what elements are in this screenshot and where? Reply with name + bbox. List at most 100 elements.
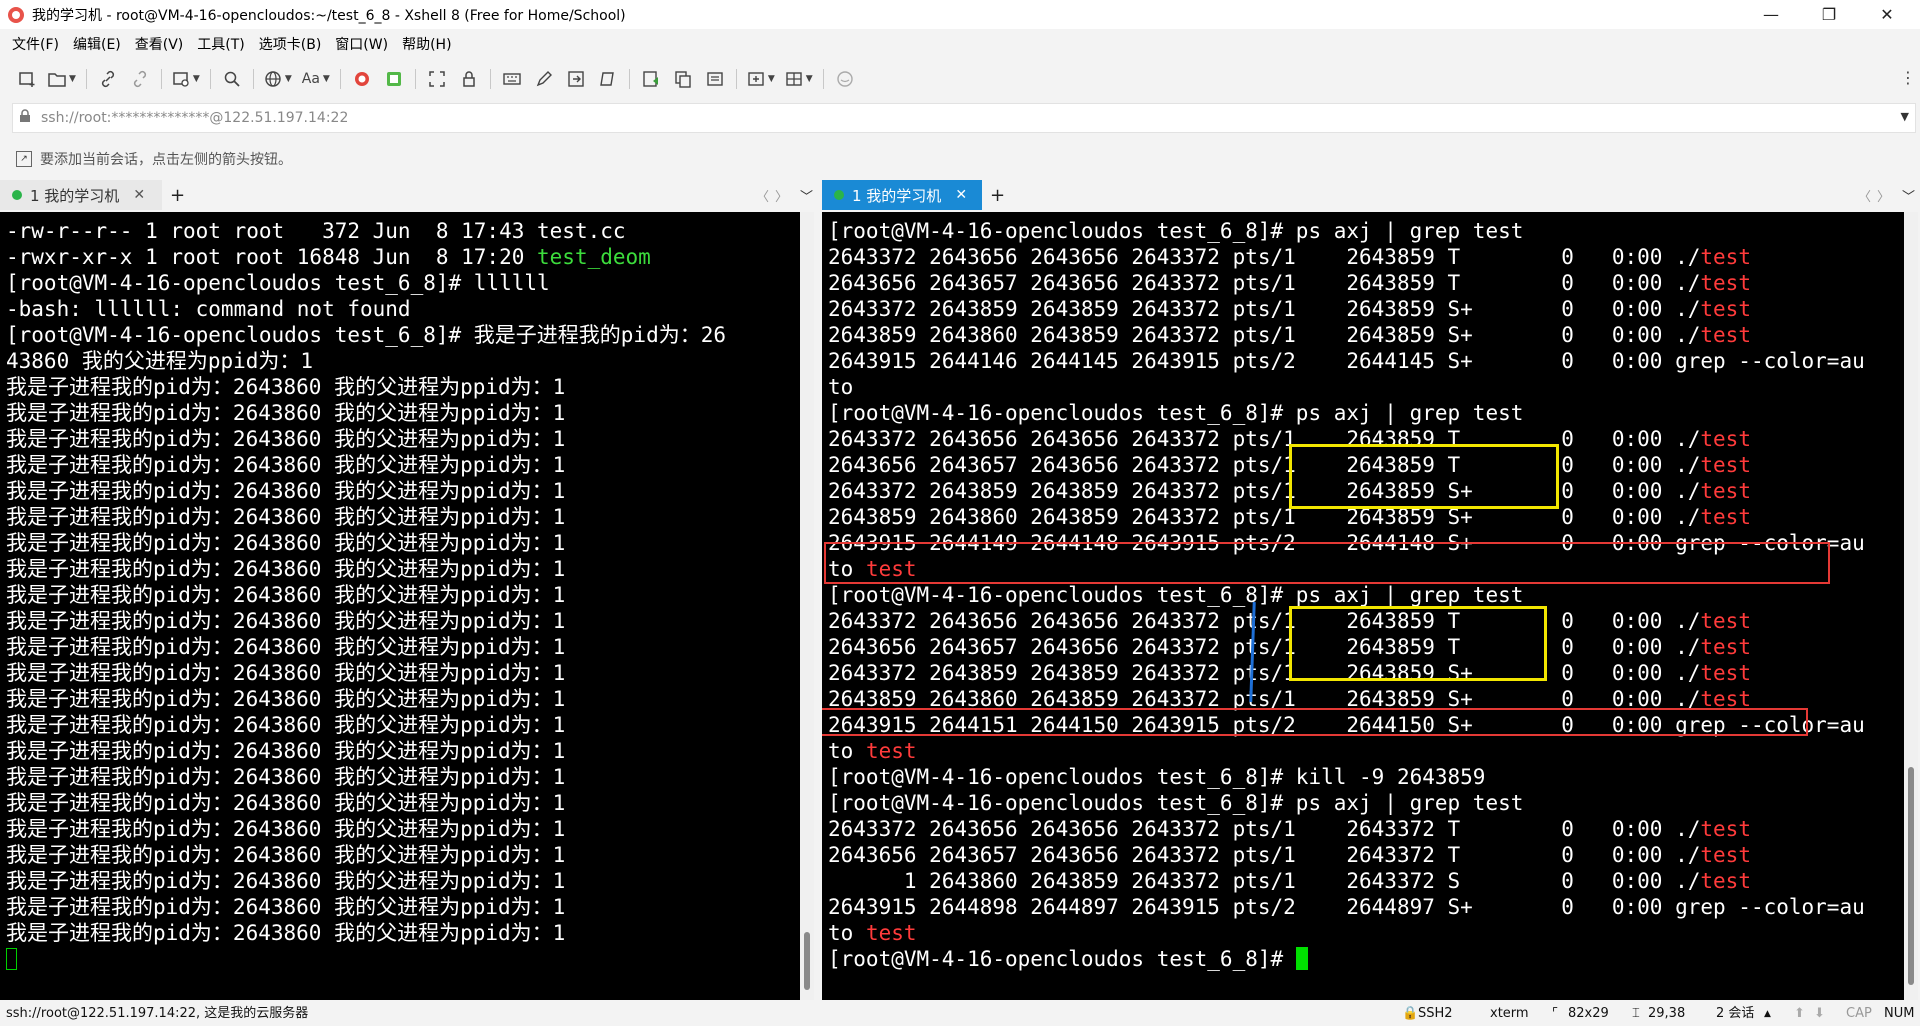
left-scrollbar[interactable] (800, 212, 814, 1000)
yellow-annotation-box (1289, 444, 1559, 509)
minimize-button[interactable]: — (1748, 0, 1794, 29)
script-icon (600, 72, 614, 86)
child-output-line: 我是子进程我的pid为：2643860 我的父进程为ppid为：1 (6, 687, 566, 711)
reconnect-button[interactable] (97, 67, 119, 91)
new-tab-button[interactable]: ▼ (747, 67, 775, 91)
close-tab-icon[interactable]: ✕ (133, 187, 145, 203)
compose-button[interactable] (533, 67, 555, 91)
lock-button[interactable] (458, 67, 480, 91)
menu-edit[interactable]: 编辑(E) (73, 34, 121, 54)
right-scrollbar[interactable] (1904, 212, 1918, 1000)
font-button[interactable]: Aa ▼ (302, 67, 330, 91)
new-session-icon (19, 72, 35, 87)
status-down-icon[interactable]: ⬇ (1814, 1002, 1825, 1026)
add-tab-button[interactable]: + (170, 185, 185, 206)
process-row: 2643656 2643657 2643656 2643372 pts/1 26… (828, 271, 1676, 295)
chat-button[interactable] (834, 67, 856, 91)
xshell-button[interactable] (351, 67, 373, 91)
status-caps: CAP (1846, 1006, 1872, 1021)
tab-next-icon[interactable]: 〉 (775, 186, 788, 205)
new-tab-icon (748, 72, 764, 86)
status-up-icon[interactable]: ⬆ (1794, 1002, 1805, 1026)
session-hint-bar: ↗ 要添加当前会话，点击左侧的箭头按钮。 (0, 147, 1920, 171)
status-size-icon: ⌜ (1552, 1006, 1559, 1021)
tab-prev-icon[interactable]: 〈 (756, 186, 769, 205)
tab-next-icon[interactable]: 〉 (1877, 186, 1890, 205)
fullscreen-button[interactable] (426, 67, 448, 91)
left-session-tab[interactable]: 1 我的学习机 ✕ (0, 180, 162, 210)
open-session-button[interactable]: ▼ (48, 67, 76, 91)
properties-button[interactable]: ▼ (172, 67, 200, 91)
address-input[interactable]: ssh://root:**************@122.51.197.14:… (41, 110, 348, 126)
layout-button[interactable]: ▼ (785, 67, 813, 91)
child-output-line: 我是子进程我的pid为：2643860 我的父进程为ppid为：1 (6, 427, 566, 451)
process-row: 2643372 2643656 2643656 2643372 pts/1 26… (828, 245, 1676, 269)
toolbar-divider (414, 69, 416, 89)
menu-view[interactable]: 查看(V) (135, 34, 184, 54)
toolbar-divider (252, 69, 254, 89)
log-icon (643, 71, 658, 87)
address-dropdown-icon[interactable]: ▼ (1901, 110, 1909, 123)
close-tab-icon[interactable]: ✕ (955, 187, 967, 203)
session-arrow-icon[interactable]: ↗ (16, 151, 32, 167)
find-button[interactable] (221, 67, 243, 91)
terminal-line: to (828, 375, 854, 399)
folder-icon (48, 73, 66, 87)
right-scroll-thumb[interactable] (1908, 767, 1914, 985)
status-sessions[interactable]: 2 会话 (1716, 1002, 1754, 1026)
keyboard-button[interactable] (501, 67, 523, 91)
tab-menu-icon[interactable]: ﹀ (800, 186, 813, 205)
chat-icon (836, 71, 853, 87)
copy-button[interactable] (672, 67, 694, 91)
toolbar-divider (822, 69, 824, 89)
close-window-button[interactable]: ✕ (1864, 0, 1910, 29)
toolbar-divider (85, 69, 87, 89)
tab-prev-icon[interactable]: 〈 (1858, 186, 1871, 205)
link-icon (101, 70, 114, 88)
right-tab-strip: 1 我的学习机 ✕ + 〈 〉 ﹀ (822, 180, 1920, 210)
transfer-button[interactable] (565, 67, 587, 91)
child-output-line: 我是子进程我的pid为：2643860 我的父进程为ppid为：1 (6, 635, 566, 659)
right-terminal-pane[interactable]: [root@VM-4-16-opencloudos test_6_8]# ps … (822, 212, 1904, 1000)
xftp-button[interactable] (383, 67, 405, 91)
right-session-tab[interactable]: 1 我的学习机 ✕ (822, 180, 982, 210)
menu-help[interactable]: 帮助(H) (402, 34, 451, 54)
sessions-caret-icon[interactable]: ▲ (1764, 1002, 1771, 1026)
terminal-command: ps axj | grep test (1283, 219, 1524, 243)
notes-icon (707, 72, 723, 86)
left-terminal-output: -rw-r--r-- 1 root root 372 Jun 8 17:43 t… (6, 218, 726, 972)
window-title: 我的学习机 - root@VM-4-16-opencloudos:~/test_… (32, 7, 626, 24)
child-output-line: 我是子进程我的pid为：2643860 我的父进程为ppid为：1 (6, 479, 566, 503)
log-button[interactable] (640, 67, 662, 91)
connected-status-icon (834, 190, 844, 200)
left-terminal-pane[interactable]: -rw-r--r-- 1 root root 372 Jun 8 17:43 t… (0, 212, 800, 1000)
terminal-command: ps axj | grep test (1283, 583, 1524, 607)
child-output-line: 我是子进程我的pid为：2643860 我的父进程为ppid为：1 (6, 713, 566, 737)
menu-file[interactable]: 文件(F) (12, 34, 59, 54)
left-tab-nav: 〈 〉 ﹀ (756, 180, 813, 210)
toolbar-divider (160, 69, 162, 89)
more-options-icon[interactable]: ⋮ (1900, 68, 1916, 87)
menu-tabs[interactable]: 选项卡(B) (259, 34, 322, 54)
child-output-line: 我是子进程我的pid为：2643860 我的父进程为ppid为：1 (6, 739, 566, 763)
add-tab-button[interactable]: + (990, 185, 1005, 206)
notes-button[interactable] (704, 67, 726, 91)
tab-menu-icon[interactable]: ﹀ (1902, 186, 1915, 205)
disconnect-button[interactable] (129, 67, 151, 91)
red-annotation-box (822, 708, 1808, 736)
address-bar[interactable]: ssh://root:**************@122.51.197.14:… (12, 103, 1916, 133)
right-terminal-output: [root@VM-4-16-opencloudos test_6_8]# ps … (828, 219, 1865, 971)
encoding-button[interactable]: ▼ (264, 67, 292, 91)
script-button[interactable] (597, 67, 619, 91)
left-scroll-thumb[interactable] (804, 932, 810, 990)
status-connection: ssh://root@122.51.197.14:22, 这是我的云服务器 (6, 1006, 309, 1021)
child-output-line: 我是子进程我的pid为：2643860 我的父进程为ppid为：1 (6, 453, 566, 477)
menu-window[interactable]: 窗口(W) (335, 34, 388, 54)
toolbar: ▼ ▼ ▼ Aa ▼ ▼ ▼ ⋮ (0, 62, 1920, 96)
maximize-button[interactable]: ❐ (1806, 0, 1852, 29)
pen-icon (536, 71, 552, 87)
new-session-button[interactable] (16, 67, 38, 91)
status-size: 82x29 (1568, 1006, 1609, 1021)
terminal-line: 43860 我的父进程为ppid为：1 (6, 349, 314, 373)
menu-tools[interactable]: 工具(T) (197, 34, 244, 54)
